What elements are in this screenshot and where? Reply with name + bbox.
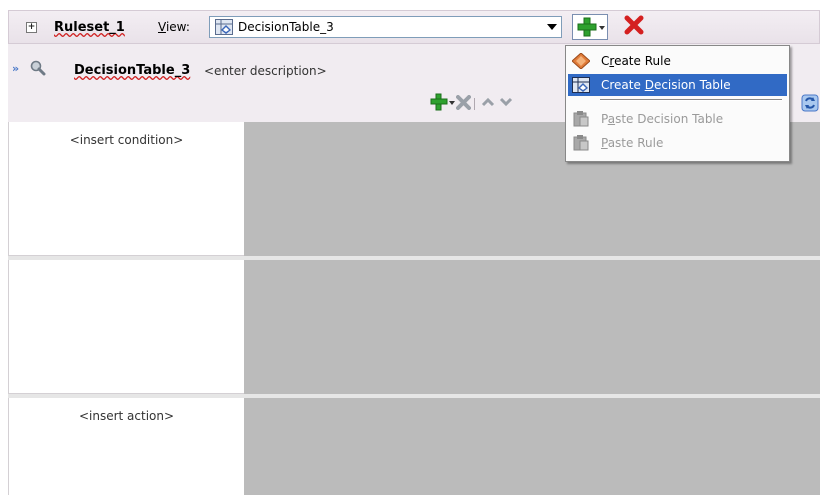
delete-button[interactable] — [624, 14, 644, 39]
delete-row-button[interactable] — [456, 95, 471, 113]
toolbar-divider — [474, 98, 475, 110]
view-label: View: — [158, 20, 190, 34]
empty-cell[interactable] — [8, 260, 244, 394]
view-selected-value: DecisionTable_3 — [238, 20, 334, 34]
menu-item-create-decision-table[interactable]: Create Decision Table — [568, 74, 787, 96]
plus-icon — [430, 93, 448, 111]
menu-separator — [600, 99, 782, 101]
collapse-icon[interactable]: » — [12, 62, 19, 75]
insert-action-placeholder[interactable]: <insert action> — [9, 409, 244, 423]
chevron-down-icon[interactable] — [547, 24, 557, 30]
decision-table-description[interactable]: <enter description> — [204, 64, 327, 78]
add-dropdown-arrow-icon[interactable] — [599, 26, 605, 30]
add-dropdown-menu: Create Rule Create Decision Table Paste … — [565, 45, 790, 162]
menu-item-label: Paste Decision Table — [601, 112, 724, 126]
move-down-button[interactable] — [499, 96, 513, 111]
menu-item-label: Create Rule — [601, 54, 671, 68]
ruleset-name[interactable]: Ruleset_1 — [54, 20, 125, 35]
chevron-down-icon — [499, 97, 513, 107]
chevron-down-icon[interactable] — [449, 101, 455, 105]
decision-table-name[interactable]: DecisionTable_3 — [74, 63, 190, 78]
delete-icon — [624, 15, 644, 39]
ruleset-bar: + Ruleset_1 View: DecisionTable_3 — [8, 10, 820, 44]
condition-cell[interactable]: <insert condition> — [8, 122, 244, 256]
add-row-button[interactable] — [430, 93, 455, 114]
decision-table-icon — [572, 77, 590, 96]
paste-icon — [572, 135, 590, 154]
action-cell[interactable]: <insert action> — [8, 398, 244, 495]
menu-item-label: Create Decision Table — [601, 78, 731, 92]
menu-item-label: Paste Rule — [601, 136, 664, 150]
insert-condition-placeholder[interactable]: <insert condition> — [9, 133, 244, 147]
decision-table-icon — [215, 19, 233, 38]
magnifier-icon[interactable] — [30, 60, 46, 79]
action-values-area — [244, 398, 820, 495]
menu-item-paste-rule[interactable]: Paste Rule — [568, 132, 787, 154]
refresh-icon — [801, 94, 819, 112]
menu-item-create-rule[interactable]: Create Rule — [568, 50, 787, 72]
middle-values-area — [244, 260, 820, 394]
rule-diamond-icon — [571, 52, 591, 72]
paste-icon — [572, 111, 590, 130]
delete-icon — [456, 95, 471, 110]
move-up-button[interactable] — [481, 96, 495, 111]
add-button[interactable] — [572, 14, 608, 40]
plus-icon — [577, 16, 597, 41]
expand-ruleset-toggle[interactable]: + — [26, 22, 37, 33]
chevron-up-icon — [481, 97, 495, 107]
menu-item-paste-decision-table[interactable]: Paste Decision Table — [568, 108, 787, 130]
refresh-button[interactable] — [801, 94, 819, 115]
view-select[interactable]: DecisionTable_3 — [209, 16, 562, 38]
